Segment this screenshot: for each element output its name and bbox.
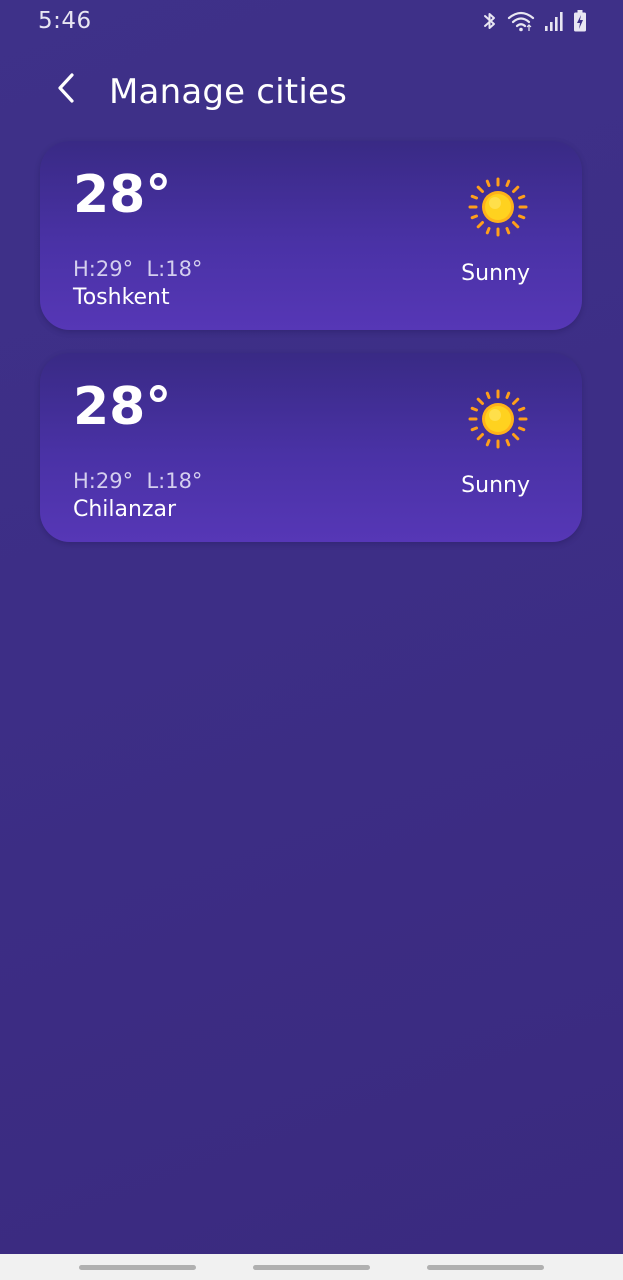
city-name: Toshkent bbox=[73, 285, 170, 310]
city-condition: Sunny bbox=[461, 473, 530, 498]
status-bar: 5:46 bbox=[0, 0, 623, 44]
sun-icon bbox=[468, 177, 528, 237]
city-high-low: H:29° L:18° bbox=[73, 257, 203, 281]
back-button[interactable] bbox=[44, 68, 88, 112]
city-condition: Sunny bbox=[461, 261, 530, 286]
bluetooth-icon bbox=[482, 9, 498, 33]
battery-charging-icon bbox=[573, 9, 587, 33]
signal-icon bbox=[544, 9, 564, 33]
header: Manage cities bbox=[0, 60, 623, 130]
city-temperature: 28° bbox=[73, 377, 172, 437]
nav-back-handle[interactable] bbox=[427, 1265, 544, 1270]
city-temperature: 28° bbox=[73, 165, 172, 225]
system-nav-bar bbox=[0, 1254, 623, 1280]
city-name: Chilanzar bbox=[73, 497, 177, 522]
nav-home-handle[interactable] bbox=[253, 1265, 370, 1270]
city-card[interactable]: 28° H:29° L:18° Chilanzar Sunny bbox=[40, 353, 582, 542]
sun-icon bbox=[468, 389, 528, 449]
status-time: 5:46 bbox=[38, 8, 92, 34]
wifi-icon bbox=[507, 9, 535, 33]
status-icons bbox=[482, 9, 587, 33]
chevron-left-icon bbox=[54, 71, 78, 109]
city-list: 28° H:29° L:18° Toshkent Sunny 28° H:29°… bbox=[40, 141, 582, 565]
city-card[interactable]: 28° H:29° L:18° Toshkent Sunny bbox=[40, 141, 582, 330]
page-title: Manage cities bbox=[109, 72, 348, 112]
nav-recents-handle[interactable] bbox=[79, 1265, 196, 1270]
city-high-low: H:29° L:18° bbox=[73, 469, 203, 493]
